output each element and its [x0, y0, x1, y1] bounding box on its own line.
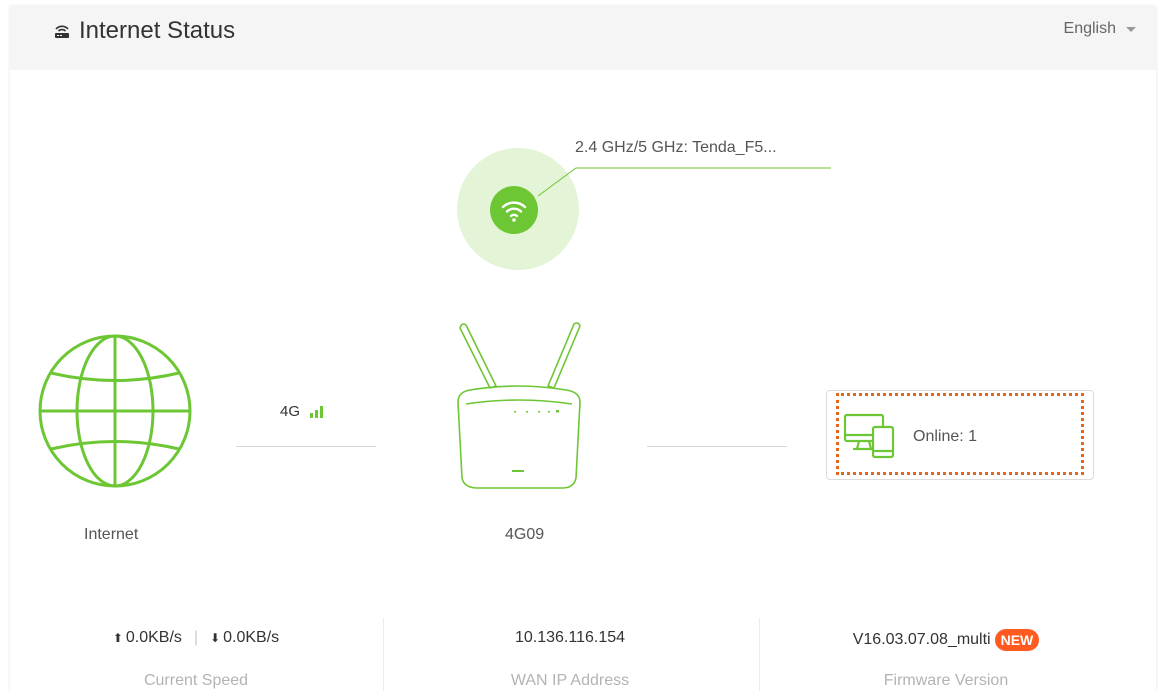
client-link-line [647, 446, 787, 447]
wifi-button[interactable] [490, 186, 538, 234]
wan-ip-stat: 10.136.116.154 WAN IP Address [384, 606, 756, 691]
speed-stat: ⬆ 0.0KB/s | ⬇ 0.0KB/s Current Speed [10, 606, 382, 691]
wan-ip-value: 10.136.116.154 [514, 629, 626, 646]
signal-bars-icon [310, 405, 324, 418]
page-header: Internet Status English [10, 6, 1156, 70]
connection-type: 4G [280, 403, 325, 420]
title-block: Internet Status [53, 16, 235, 46]
globe-icon [38, 334, 192, 488]
speed-separator: | [193, 629, 199, 646]
speed-values: ⬆ 0.0KB/s | ⬇ 0.0KB/s [10, 629, 382, 647]
language-selector[interactable]: English [1064, 20, 1136, 38]
firmware-new-badge[interactable]: NEW [994, 629, 1040, 651]
firmware-values: V16.03.07.08_multi NEW [760, 629, 1132, 651]
router-device-icon[interactable] [450, 318, 586, 494]
chevron-down-icon [1126, 26, 1136, 32]
wan-ip-label: WAN IP Address [510, 672, 630, 689]
firmware-stat: V16.03.07.08_multi NEW Firmware Version [760, 606, 1132, 691]
internet-link-line [236, 446, 376, 447]
online-count: Online: 1 [913, 428, 978, 445]
firmware-version: V16.03.07.08_multi [852, 631, 991, 648]
arrow-down-icon: ⬇ [210, 631, 221, 645]
wifi-icon [501, 201, 527, 222]
status-card: Internet Status English 2.4 GHz/5 GHz: T… [10, 6, 1156, 691]
connection-type-label: 4G [280, 403, 301, 420]
router-icon [55, 25, 69, 38]
internet-label: Internet [84, 526, 139, 543]
ssid-connector-line [538, 167, 831, 197]
upload-speed: 0.0KB/s [125, 629, 182, 646]
language-label: English [1063, 20, 1116, 37]
firmware-label: Firmware Version [883, 672, 1009, 689]
speed-label: Current Speed [143, 672, 249, 689]
ssid-label[interactable]: 2.4 GHz/5 GHz: Tenda_F5... [575, 139, 777, 157]
download-speed: 0.0KB/s [223, 629, 280, 646]
arrow-up-icon: ⬆ [112, 631, 123, 645]
devices-icon [843, 413, 895, 459]
status-footer: ⬆ 0.0KB/s | ⬇ 0.0KB/s Current Speed 10.1… [10, 606, 1156, 691]
router-model-label: 4G09 [505, 526, 545, 543]
page-title: Internet Status [79, 17, 236, 44]
